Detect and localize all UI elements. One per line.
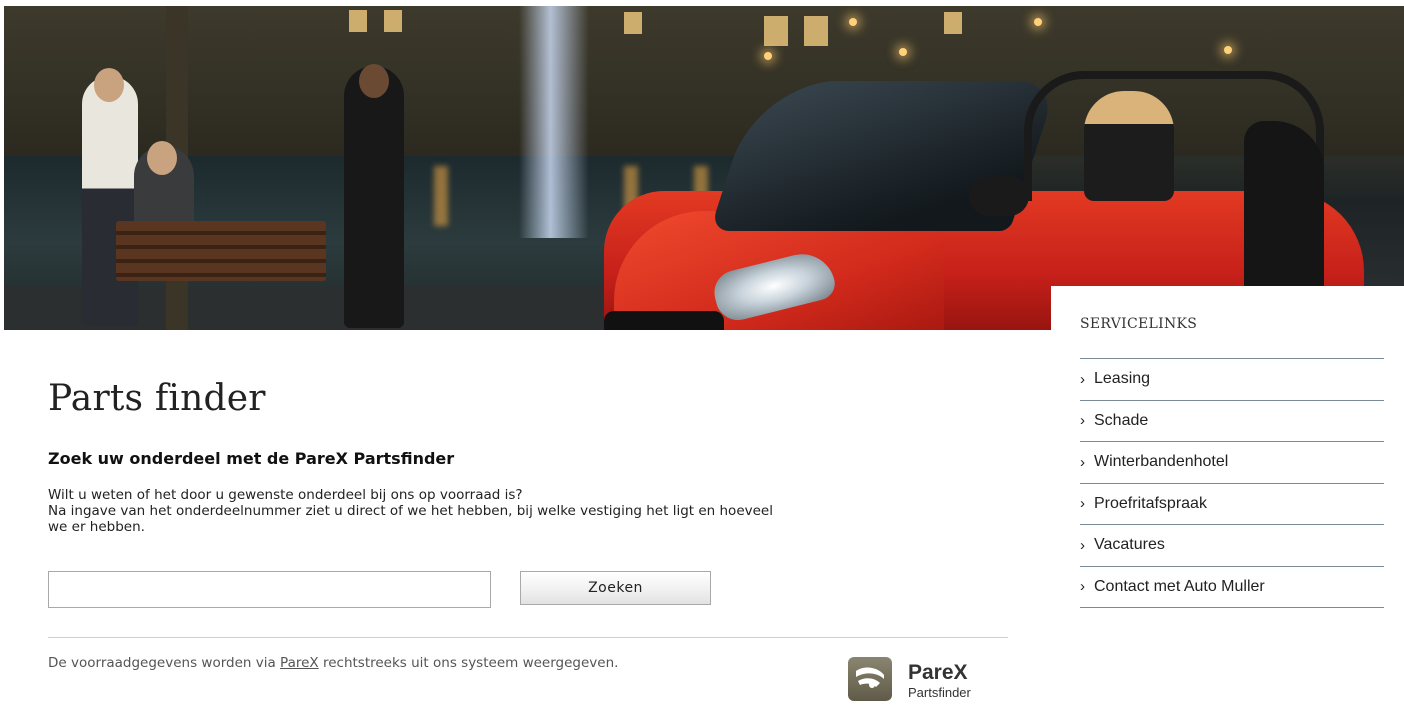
chevron-right-icon: › (1080, 412, 1085, 430)
hero-reflection (434, 166, 448, 226)
servicelink-vacatures[interactable]: › Vacatures (1080, 525, 1384, 567)
servicelink-label: Schade (1094, 411, 1149, 429)
section-subtitle: Zoek uw onderdeel met de PareX Partsfind… (48, 449, 455, 468)
servicelink-label: Leasing (1094, 370, 1151, 388)
intro-line: Na ingave van het onderdeelnummer ziet u… (48, 503, 773, 519)
footer-note: De voorraadgegevens worden via PareX rec… (48, 655, 618, 671)
car-bumper (604, 311, 724, 330)
servicelink-label: Contact met Auto Muller (1094, 577, 1265, 595)
search-button[interactable]: Zoeken (520, 571, 711, 605)
chevron-right-icon: › (1080, 495, 1085, 513)
footer-text-before: De voorraadgegevens worden via (48, 655, 281, 671)
intro-line: Wilt u weten of het door u gewenste onde… (48, 487, 523, 503)
hero-fountain (519, 6, 589, 238)
parex-logo: PareX Partsfinder (848, 657, 998, 707)
intro-text: Wilt u weten of het door u gewenste onde… (48, 487, 988, 535)
car-mirror (969, 176, 1029, 216)
parex-logo-subtitle: Partsfinder (908, 685, 971, 700)
parex-link[interactable]: PareX (280, 655, 319, 671)
hero-window (804, 16, 828, 46)
chevron-right-icon: › (1080, 536, 1085, 554)
servicelink-label: Winterbandenhotel (1094, 453, 1229, 471)
servicelink-proefritafspraak[interactable]: › Proefritafspraak (1080, 484, 1384, 525)
servicelink-leasing[interactable]: › Leasing (1080, 359, 1384, 401)
hero-person-head (147, 141, 177, 175)
hero-person-head (359, 64, 389, 98)
hero-window (384, 10, 402, 32)
hero-window (764, 16, 788, 46)
hero-person-head (94, 68, 124, 102)
hero-person (82, 76, 138, 326)
servicelink-label: Vacatures (1094, 536, 1165, 554)
servicelinks-heading: SERVICELINKS (1080, 316, 1198, 332)
hero-banner-image (4, 6, 1404, 330)
parex-logo-brand: PareX (908, 661, 968, 684)
servicelinks-panel: SERVICELINKS › Leasing › Schade › Winter… (1051, 286, 1404, 714)
hero-bench (116, 221, 326, 281)
hero-window (349, 10, 367, 32)
servicelink-winterbandenhotel[interactable]: › Winterbandenhotel (1080, 442, 1384, 484)
servicelink-contact[interactable]: › Contact met Auto Muller (1080, 567, 1384, 608)
parex-logo-icon (848, 657, 892, 701)
page-title: Parts finder (48, 378, 266, 419)
servicelink-schade[interactable]: › Schade (1080, 401, 1384, 442)
footer-text-after: rechtstreeks uit ons systeem weergegeven… (318, 655, 619, 671)
car-driver (1084, 91, 1174, 201)
intro-line: we er hebben. (48, 519, 145, 535)
servicelinks-list: › Leasing › Schade › Winterbandenhotel ›… (1080, 358, 1384, 608)
chevron-right-icon: › (1080, 453, 1085, 471)
hero-window (624, 12, 642, 34)
chevron-right-icon: › (1080, 370, 1085, 388)
hero-person (344, 66, 404, 328)
chevron-right-icon: › (1080, 578, 1085, 596)
part-number-input[interactable] (48, 571, 491, 608)
servicelink-label: Proefritafspraak (1094, 494, 1207, 512)
hero-window (944, 12, 962, 34)
content-divider (48, 637, 1008, 638)
